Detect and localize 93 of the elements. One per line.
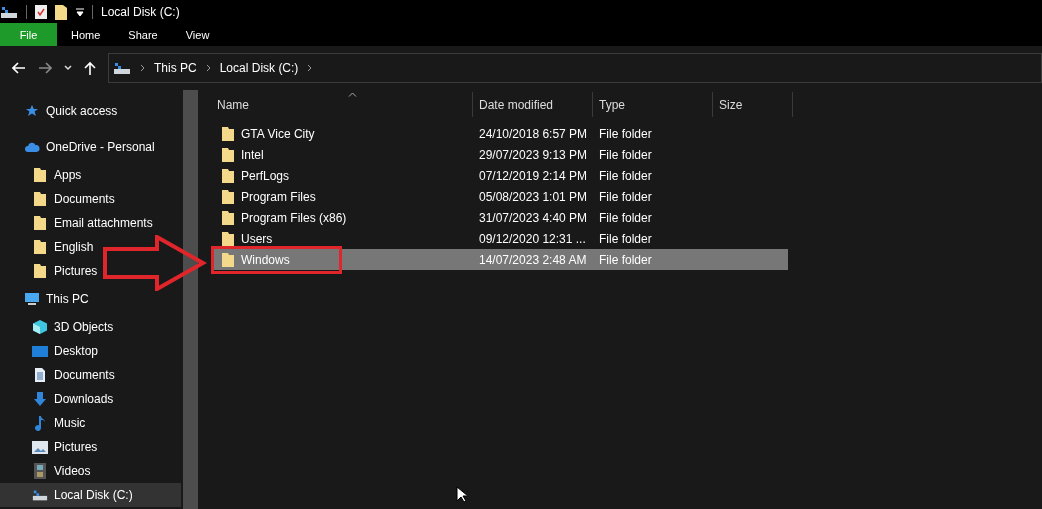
sort-caret-icon (348, 92, 357, 97)
sidebar-item[interactable]: Apps (0, 163, 183, 187)
properties-icon[interactable] (35, 4, 47, 19)
breadcrumb[interactable]: This PC (154, 61, 197, 75)
music-note-icon (34, 415, 46, 431)
breadcrumb[interactable]: Local Disk (C:) (219, 61, 299, 75)
ribbon-tab[interactable]: File (0, 23, 57, 46)
file-name: Program Files (x86) (241, 210, 347, 225)
type-cell: File folder (599, 126, 652, 141)
file-name: Program Files (241, 189, 316, 204)
file-name: GTA Vice City (241, 126, 315, 141)
folder-icon (33, 263, 47, 279)
date-cell: 24/10/2018 6:57 PM (479, 126, 588, 141)
column-header[interactable]: Name (211, 92, 473, 117)
file-row[interactable]: PerfLogs 07/12/2019 2:14 PM File folder (211, 165, 788, 186)
picture-icon (32, 440, 48, 454)
type-cell: File folder (599, 147, 652, 162)
column-header[interactable]: Date modified (473, 92, 593, 117)
ribbon-tab[interactable]: Home (57, 23, 115, 46)
folder-icon (33, 191, 47, 207)
sidebar-item[interactable]: Downloads (0, 387, 183, 411)
folder-icon (33, 239, 47, 255)
folder-icon (33, 215, 47, 231)
film-icon (34, 463, 46, 479)
file-row[interactable]: Program Files (x86) 31/07/2023 4:40 PM File folder (211, 207, 788, 228)
file-row[interactable]: Users 09/12/2020 12:31 ... File folder (211, 228, 788, 249)
up-arrow-icon[interactable] (84, 61, 96, 75)
date-cell: 14/07/2023 2:48 AM (479, 252, 587, 267)
document-icon (34, 367, 46, 383)
date-cell: 05/08/2023 1:01 PM (479, 189, 588, 204)
sidebar-item[interactable]: English (0, 235, 183, 259)
sidebar-item[interactable]: This PC (0, 283, 183, 315)
sidebar-item[interactable]: 3D Objects (0, 315, 183, 339)
chevron-down-icon[interactable] (64, 65, 72, 71)
sidebar-item[interactable]: Local Disk (C:) (0, 483, 181, 507)
folder-icon (221, 167, 235, 184)
file-name: Users (241, 231, 273, 246)
drive-icon (0, 4, 18, 19)
sidebar-item[interactable]: Documents (0, 363, 183, 387)
date-cell: 31/07/2023 4:40 PM (479, 210, 588, 225)
sidebar-item[interactable]: Documents (0, 187, 183, 211)
sidebar-item[interactable]: Pictures (0, 259, 183, 283)
sidebar-item[interactable]: Pictures (0, 435, 183, 459)
dropdown-icon[interactable] (76, 6, 84, 17)
date-cell: 09/12/2020 12:31 ... (479, 231, 586, 246)
folder-icon (221, 188, 235, 205)
sidebar-item[interactable]: Desktop (0, 339, 183, 363)
sidebar-item[interactable]: Videos (0, 459, 183, 483)
column-header[interactable]: Type (593, 92, 713, 117)
mouse-cursor-icon (456, 486, 467, 503)
sidebar-item[interactable]: Quick access (0, 99, 183, 123)
folder-icon (33, 167, 47, 183)
folder-icon (221, 209, 235, 226)
chevron-right-icon (140, 64, 145, 72)
desktop-icon (32, 344, 48, 358)
monitor-icon (24, 292, 40, 306)
file-name: Intel (241, 147, 264, 162)
chevron-right-icon (307, 64, 313, 72)
type-cell: File folder (599, 252, 652, 267)
star-icon (25, 104, 39, 118)
drive-icon (113, 61, 131, 75)
folder-icon (221, 251, 235, 268)
file-name: PerfLogs (241, 168, 290, 183)
ribbon-tab[interactable]: Share (114, 23, 172, 46)
sidebar-item[interactable]: Music (0, 411, 183, 435)
sidebar-item[interactable]: Email attachments (0, 211, 183, 235)
file-row[interactable]: GTA Vice City 24/10/2018 6:57 PM File folder (211, 123, 788, 144)
date-cell: 29/07/2023 9:13 PM (479, 147, 588, 162)
back-arrow-icon[interactable] (12, 62, 26, 74)
forward-arrow-icon[interactable] (38, 62, 52, 74)
address-bar[interactable]: This PC Local Disk (C:) (108, 53, 1042, 83)
drive-icon (32, 488, 48, 502)
folder-icon[interactable] (55, 3, 68, 20)
cube-icon (32, 319, 48, 335)
ribbon-tab[interactable]: View (171, 23, 224, 46)
folder-icon (221, 125, 235, 142)
type-cell: File folder (599, 189, 652, 204)
folder-icon (221, 230, 235, 247)
file-row[interactable]: Intel 29/07/2023 9:13 PM File folder (211, 144, 788, 165)
type-cell: File folder (599, 168, 652, 183)
download-icon (33, 391, 47, 407)
chevron-right-icon (205, 64, 211, 72)
file-row[interactable]: Program Files 05/08/2023 1:01 PM File folder (211, 186, 788, 207)
cloud-icon (24, 141, 40, 153)
column-header[interactable]: Size (713, 92, 793, 117)
scrollbar[interactable] (183, 90, 198, 509)
window-title: Local Disk (C:) (101, 4, 180, 19)
type-cell: File folder (599, 231, 652, 246)
sidebar-item[interactable]: OneDrive - Personal (0, 131, 183, 163)
date-cell: 07/12/2019 2:14 PM (479, 168, 588, 183)
file-name: Windows (241, 252, 290, 267)
folder-icon (221, 146, 235, 163)
type-cell: File folder (599, 210, 652, 225)
